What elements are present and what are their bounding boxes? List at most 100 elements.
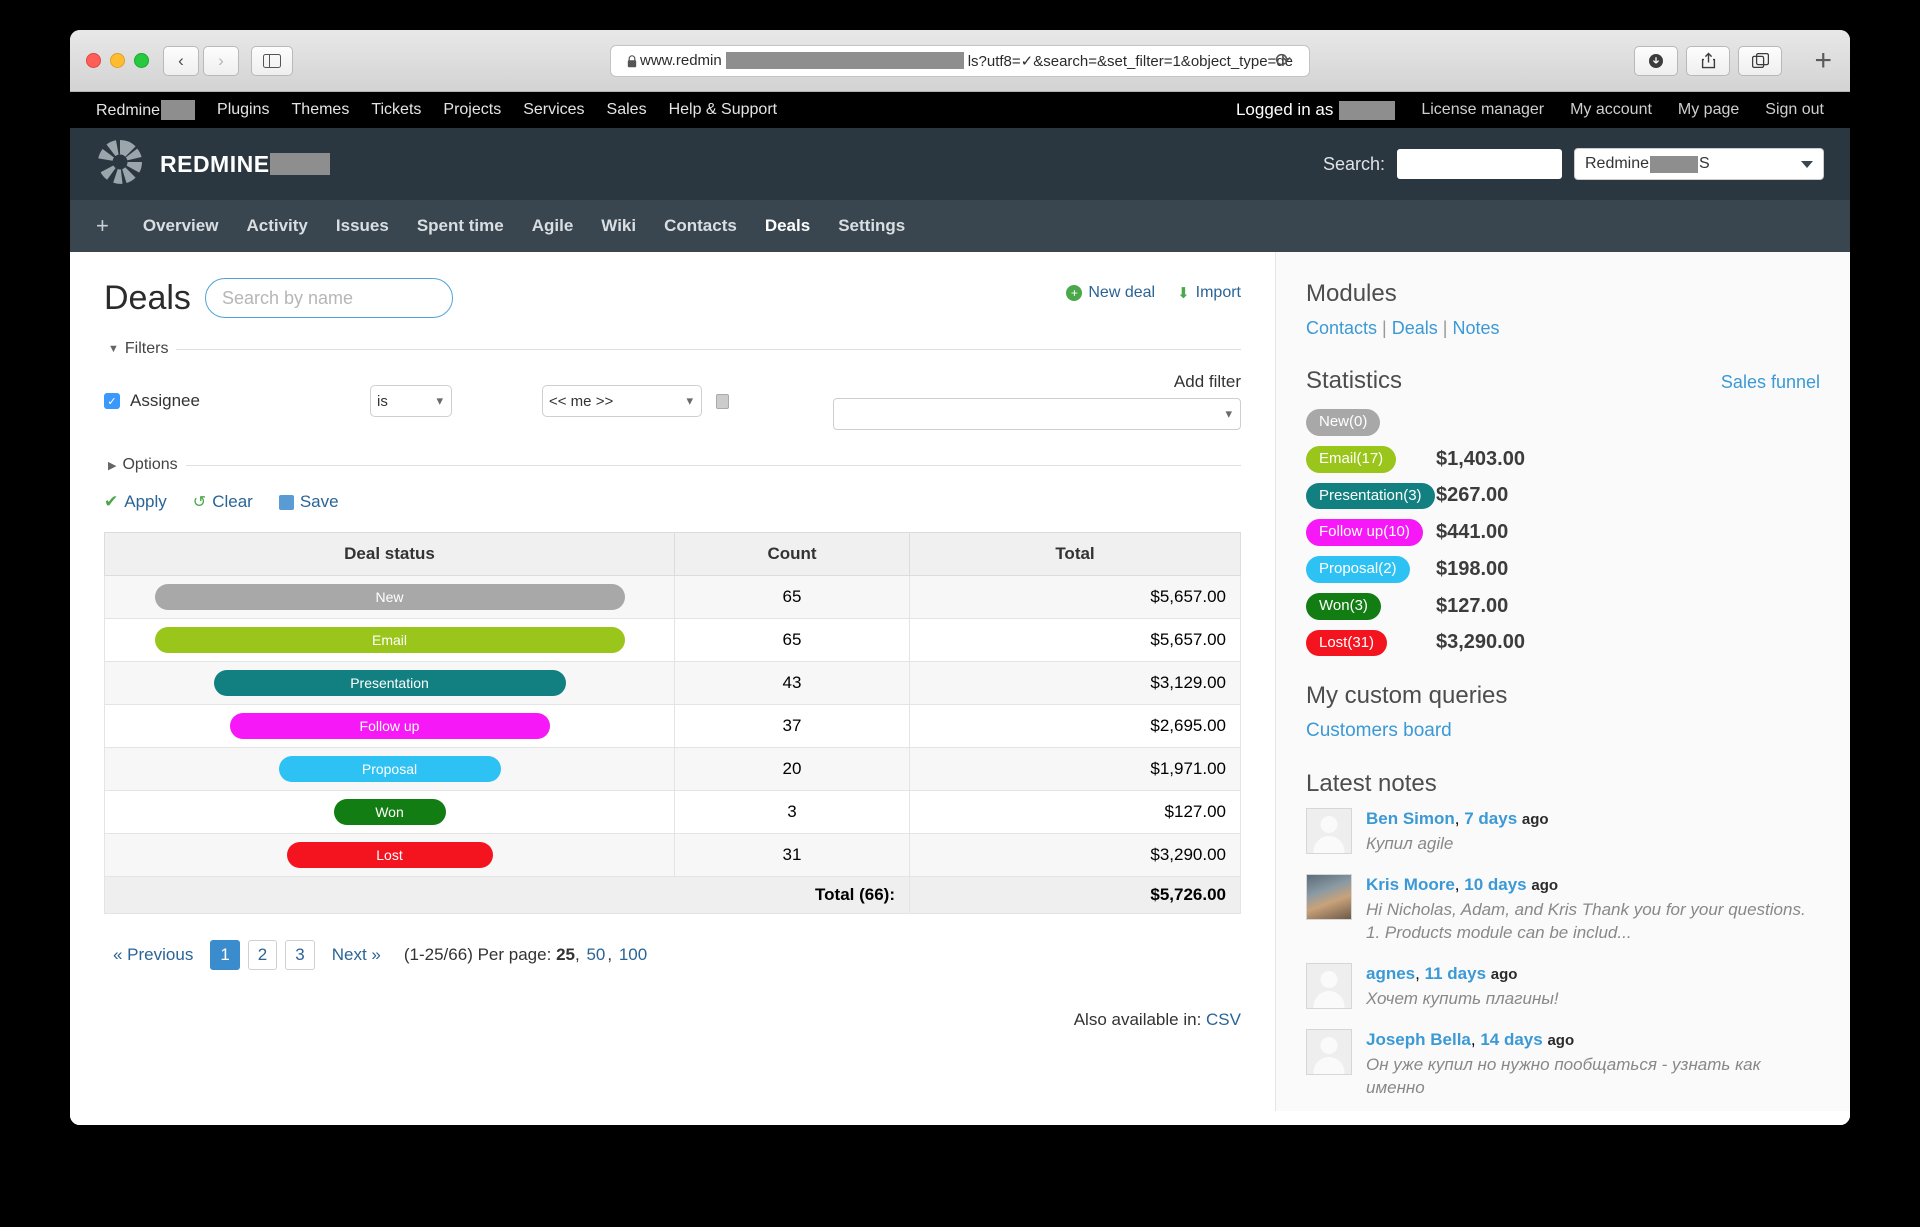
topmenu-item-sign-out[interactable]: Sign out bbox=[1765, 101, 1824, 119]
sidebar-toggle-icon[interactable] bbox=[251, 45, 293, 76]
clear-button[interactable]: ↺ Clear bbox=[193, 492, 253, 512]
module-link-deals[interactable]: Deals bbox=[1392, 318, 1438, 338]
note-body: agnes, 11 days ago Хочет купить плагины! bbox=[1366, 963, 1559, 1011]
module-link-contacts[interactable]: Contacts bbox=[1306, 318, 1377, 338]
stat-pill-lost[interactable]: Lost(31) bbox=[1306, 629, 1388, 657]
stat-pill-proposal[interactable]: Proposal(2) bbox=[1306, 556, 1410, 583]
add-tab-icon[interactable]: + bbox=[96, 213, 109, 239]
note-author[interactable]: Kris Moore bbox=[1366, 875, 1455, 894]
export-csv-link[interactable]: CSV bbox=[1206, 1010, 1241, 1029]
tab-activity[interactable]: Activity bbox=[232, 200, 321, 252]
module-link-notes[interactable]: Notes bbox=[1452, 318, 1499, 338]
note-author[interactable]: Joseph Bella bbox=[1366, 1030, 1471, 1049]
column-header-total[interactable]: Total bbox=[909, 532, 1241, 576]
forward-icon[interactable]: › bbox=[203, 45, 239, 76]
note-time[interactable]: 14 days bbox=[1480, 1030, 1542, 1049]
back-icon[interactable]: ‹ bbox=[163, 45, 199, 76]
per-page-50[interactable]: 50 bbox=[584, 945, 607, 964]
status-pill-presentation[interactable]: Presentation bbox=[213, 670, 566, 696]
tab-contacts[interactable]: Contacts bbox=[650, 200, 751, 252]
share-icon[interactable] bbox=[1686, 45, 1730, 76]
note-author[interactable]: Ben Simon bbox=[1366, 809, 1455, 828]
search-input[interactable] bbox=[1397, 149, 1562, 179]
avatar bbox=[1306, 1028, 1352, 1075]
topmenu-item-services[interactable]: Services bbox=[523, 101, 584, 119]
table-row[interactable]: New 65 $5,657.00 bbox=[104, 575, 1241, 619]
table-row[interactable]: Won 3 $127.00 bbox=[104, 790, 1241, 834]
project-select[interactable]: Redmine S bbox=[1574, 148, 1824, 180]
show-all-tabs-icon[interactable] bbox=[1738, 45, 1782, 76]
note-author[interactable]: agnes bbox=[1366, 964, 1415, 983]
status-pill-new[interactable]: New bbox=[154, 584, 625, 610]
note-time[interactable]: 10 days bbox=[1464, 875, 1526, 894]
pagination-next[interactable]: Next » bbox=[323, 941, 390, 969]
stat-pill-won[interactable]: Won(3) bbox=[1306, 592, 1381, 620]
options-legend[interactable]: ▶ Options bbox=[104, 456, 186, 474]
table-row[interactable]: Lost 31 $3,290.00 bbox=[104, 833, 1241, 877]
stat-pill-new[interactable]: New(0) bbox=[1306, 409, 1381, 436]
add-filter-select[interactable] bbox=[833, 398, 1241, 430]
tab-agile[interactable]: Agile bbox=[518, 200, 588, 252]
sales-funnel-link[interactable]: Sales funnel bbox=[1721, 372, 1820, 393]
pagination-previous[interactable]: « Previous bbox=[104, 941, 202, 969]
minimize-window-button[interactable] bbox=[110, 53, 125, 68]
pagination-page-1[interactable]: 1 bbox=[210, 940, 240, 970]
deal-name-search-input[interactable] bbox=[204, 278, 453, 318]
new-deal-button[interactable]: + New deal bbox=[1066, 284, 1155, 302]
topmenu-item-sales[interactable]: Sales bbox=[607, 101, 647, 119]
new-tab-icon[interactable]: + bbox=[1814, 45, 1832, 76]
maximize-window-button[interactable] bbox=[134, 53, 149, 68]
pagination-page-2[interactable]: 2 bbox=[247, 940, 278, 970]
column-header-count[interactable]: Count bbox=[674, 532, 910, 576]
status-pill-email[interactable]: Email bbox=[154, 627, 625, 653]
status-pill-proposal[interactable]: Proposal bbox=[278, 756, 501, 782]
custom-query-customers-board[interactable]: Customers board bbox=[1306, 720, 1452, 741]
assignee-filter-checkbox[interactable]: ✓ bbox=[104, 393, 120, 409]
close-window-button[interactable] bbox=[86, 53, 101, 68]
note-time[interactable]: 11 days bbox=[1425, 964, 1486, 983]
topmenu-item-projects[interactable]: Projects bbox=[443, 101, 501, 119]
save-button[interactable]: Save bbox=[278, 492, 339, 512]
topmenu-item-license-manager[interactable]: License manager bbox=[1421, 101, 1544, 119]
column-header-deal-status[interactable]: Deal status bbox=[104, 532, 675, 576]
stat-pill-follow-up[interactable]: Follow up(10) bbox=[1306, 519, 1423, 546]
topmenu-item-redmine[interactable]: Redmine bbox=[96, 100, 196, 120]
downloads-icon[interactable] bbox=[1634, 45, 1678, 76]
apply-button[interactable]: ✔ Apply bbox=[104, 492, 167, 512]
assignee-value-select[interactable]: << me >> bbox=[542, 385, 702, 417]
filters-legend[interactable]: ▼ Filters bbox=[104, 340, 176, 358]
topmenu-item-my-page[interactable]: My page bbox=[1678, 101, 1739, 119]
check-icon: ✔ bbox=[104, 492, 119, 511]
tab-settings[interactable]: Settings bbox=[824, 200, 919, 252]
stat-pill-presentation[interactable]: Presentation(3) bbox=[1306, 482, 1435, 510]
tab-wiki[interactable]: Wiki bbox=[587, 200, 650, 252]
status-pill-won[interactable]: Won bbox=[333, 799, 446, 825]
tab-issues[interactable]: Issues bbox=[322, 200, 403, 252]
tab-overview[interactable]: Overview bbox=[129, 200, 233, 252]
tab-deals[interactable]: Deals bbox=[751, 200, 824, 252]
expand-values-icon[interactable] bbox=[716, 393, 729, 409]
table-row[interactable]: Presentation 43 $3,129.00 bbox=[104, 661, 1241, 705]
per-page-25[interactable]: 25 bbox=[556, 945, 575, 964]
per-page-100[interactable]: 100 bbox=[617, 945, 649, 964]
topmenu-item-my-account[interactable]: My account bbox=[1570, 101, 1652, 119]
note-body: Kris Moore, 10 days ago Hi Nicholas, Ada… bbox=[1366, 874, 1820, 945]
reload-icon[interactable]: ⟳ bbox=[1275, 49, 1291, 72]
tab-spent-time[interactable]: Spent time bbox=[403, 200, 518, 252]
topmenu-item-help-support[interactable]: Help & Support bbox=[669, 101, 778, 119]
topmenu-item-themes[interactable]: Themes bbox=[292, 101, 350, 119]
topmenu-item-plugins[interactable]: Plugins bbox=[217, 101, 269, 119]
table-row[interactable]: Follow up 37 $2,695.00 bbox=[104, 704, 1241, 748]
table-row[interactable]: Email 65 $5,657.00 bbox=[104, 618, 1241, 662]
table-row[interactable]: Proposal 20 $1,971.00 bbox=[104, 747, 1241, 791]
brand-logo-group[interactable]: REDMINE bbox=[96, 138, 330, 191]
note-time[interactable]: 7 days bbox=[1464, 809, 1517, 828]
topmenu-item-tickets[interactable]: Tickets bbox=[371, 101, 421, 119]
stat-pill-email[interactable]: Email(17) bbox=[1306, 445, 1397, 473]
status-pill-follow-up[interactable]: Follow up bbox=[229, 713, 550, 739]
address-bar[interactable]: www.redmin ls?utf8=✓&search=&set_filter=… bbox=[610, 44, 1310, 77]
status-pill-lost[interactable]: Lost bbox=[286, 842, 493, 868]
import-button[interactable]: ⬇ Import bbox=[1177, 284, 1241, 302]
assignee-operator-select[interactable]: is bbox=[370, 385, 452, 417]
pagination-page-3[interactable]: 3 bbox=[285, 940, 315, 970]
